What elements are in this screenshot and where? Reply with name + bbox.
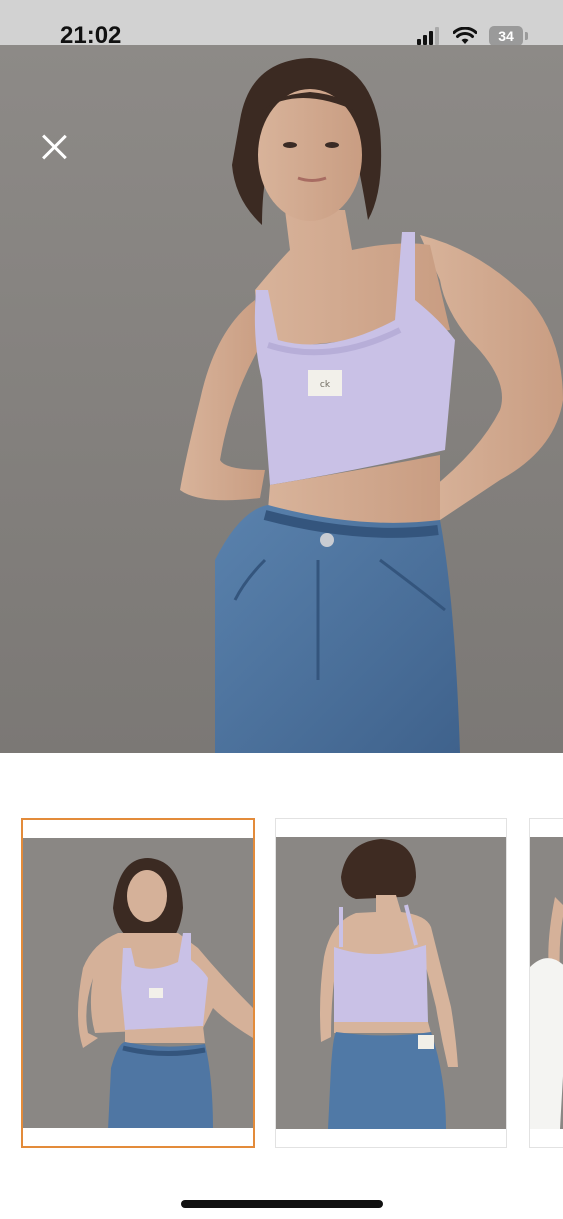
thumbnail-side[interactable] xyxy=(529,818,563,1148)
battery-icon: 34 xyxy=(489,26,528,46)
wifi-icon xyxy=(453,27,477,44)
thumbnail-strip[interactable] xyxy=(0,818,563,1150)
thumbnail-front[interactable] xyxy=(21,818,255,1148)
svg-text:ck: ck xyxy=(320,380,331,390)
product-photo-side-thumb xyxy=(530,837,563,1129)
product-photo-back-thumb xyxy=(276,837,506,1129)
product-photo-front-thumb xyxy=(23,838,253,1128)
close-icon[interactable] xyxy=(36,129,72,165)
home-indicator[interactable] xyxy=(181,1200,383,1208)
thumbnail-back[interactable] xyxy=(275,818,507,1148)
status-icons: 34 xyxy=(417,26,528,46)
product-photo-front: ck xyxy=(0,45,563,753)
cellular-signal-icon xyxy=(417,27,439,45)
product-main-image[interactable]: ck xyxy=(0,45,563,753)
